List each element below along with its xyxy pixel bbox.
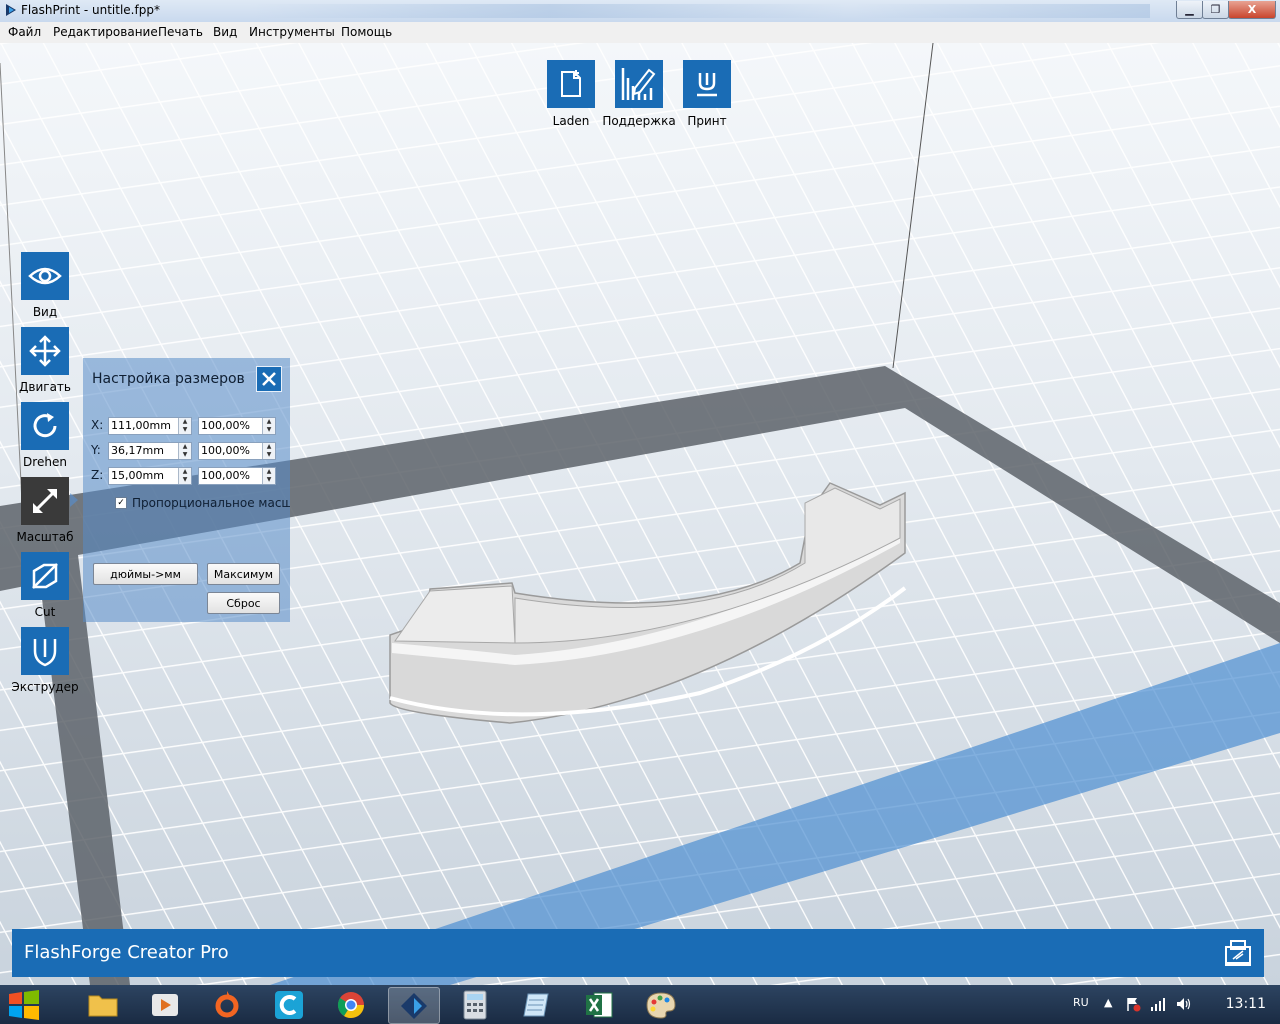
network-signal-icon[interactable] — [1150, 996, 1166, 1012]
tool-extruder[interactable]: Экструдер — [10, 627, 80, 694]
spin-arrows-icon[interactable]: ▲ ▼ — [262, 443, 275, 459]
move-icon[interactable] — [21, 327, 69, 375]
scale-row-y: Y: 36,17mm ▲ ▼ 100,00% ▲ ▼ — [91, 442, 281, 460]
scale-row-x: X: 111,00mm ▲ ▼ 100,00% ▲ ▼ — [91, 417, 281, 435]
paint-palette-icon — [646, 991, 676, 1019]
axis-label: X: — [91, 418, 104, 432]
show-hidden-icons-icon[interactable]: ▲ — [1104, 996, 1112, 1009]
print-tool-label: Принт — [687, 114, 727, 128]
tool-cut-label: Cut — [34, 605, 56, 619]
spin-arrows-icon[interactable]: ▲ ▼ — [178, 468, 191, 484]
size-y-input[interactable]: 36,17mm ▲ ▼ — [108, 442, 192, 460]
menu-file[interactable]: Файл — [8, 25, 41, 39]
flashprint-icon — [401, 992, 427, 1019]
proportional-checkbox[interactable]: ✓ — [115, 497, 127, 509]
title-bar: FlashPrint - untitle.fpp* ▁ ❐ X — [0, 0, 1280, 22]
menu-tools[interactable]: Инструменты — [249, 25, 335, 39]
taskbar-origin[interactable] — [202, 987, 252, 1022]
language-indicator[interactable]: RU — [1073, 996, 1089, 1009]
volume-icon[interactable] — [1175, 996, 1191, 1012]
panel-pointer — [70, 493, 78, 507]
percent-y-input[interactable]: 100,00% ▲ ▼ — [198, 442, 276, 460]
taskbar-calculator[interactable] — [450, 987, 500, 1022]
print-tool[interactable]: Принт — [667, 60, 747, 128]
3d-viewport[interactable]: Laden Поддержка Принт Вид Двигать Drehen — [0, 43, 1280, 985]
maximize-button[interactable]: ❐ — [1202, 1, 1229, 19]
origin-icon — [215, 990, 239, 1017]
reset-button[interactable]: Сброс — [207, 592, 280, 614]
axis-label: Y: — [91, 443, 101, 457]
load-file-icon[interactable] — [547, 60, 595, 108]
windows-taskbar: RU ▲ 13:11 — [0, 985, 1280, 1024]
close-icon — [262, 372, 276, 386]
maximum-button[interactable]: Максимум — [207, 563, 280, 585]
panel-close-button[interactable] — [256, 366, 282, 392]
axis-label: Z: — [91, 468, 104, 482]
start-button[interactable] — [0, 987, 48, 1022]
taskbar-chrome[interactable] — [326, 987, 376, 1022]
printer-name: FlashForge Creator Pro — [24, 942, 229, 963]
tool-view[interactable]: Вид — [10, 252, 80, 319]
taskbar-paint[interactable] — [636, 987, 686, 1022]
windows-logo-icon — [9, 989, 39, 1020]
notepad-icon — [523, 993, 549, 1016]
taskbar-clock[interactable]: 13:11 — [1226, 996, 1266, 1012]
taskbar-media-player[interactable] — [140, 987, 190, 1022]
spin-arrows-icon[interactable]: ▲ ▼ — [178, 443, 191, 459]
tool-rotate-label: Drehen — [23, 455, 67, 469]
scale-icon[interactable] — [21, 477, 69, 525]
minimize-button[interactable]: ▁ — [1176, 1, 1203, 19]
menu-edit[interactable]: Редактирование — [53, 25, 158, 39]
menu-view[interactable]: Вид — [213, 25, 237, 39]
taskbar-flashprint[interactable] — [388, 987, 440, 1024]
taskbar-notes[interactable] — [512, 987, 562, 1022]
print-icon[interactable] — [683, 60, 731, 108]
title-bar-decoration — [250, 4, 1150, 18]
percent-z-input[interactable]: 100,00% ▲ ▼ — [198, 467, 276, 485]
scale-panel-title: Настройка размеров — [92, 371, 245, 387]
taskbar-ccleaner[interactable] — [264, 987, 314, 1022]
spin-arrows-icon[interactable]: ▲ ▼ — [262, 468, 275, 484]
action-center-flag-icon[interactable] — [1125, 996, 1141, 1012]
support-icon[interactable] — [615, 60, 663, 108]
extruder-icon[interactable] — [21, 627, 69, 675]
window-title: FlashPrint - untitle.fpp* — [21, 3, 160, 17]
rotate-icon[interactable] — [21, 402, 69, 450]
flashprint-app-icon — [6, 4, 16, 16]
menu-bar: Файл Редактирование Печать Вид Инструмен… — [0, 22, 1280, 44]
tool-move[interactable]: Двигать — [10, 327, 80, 394]
tool-cut[interactable]: Cut — [10, 552, 80, 619]
media-player-icon — [152, 993, 178, 1016]
scale-row-z: Z: 15,00mm ▲ ▼ 100,00% ▲ ▼ — [91, 467, 281, 485]
tool-rotate[interactable]: Drehen — [10, 402, 80, 469]
excel-icon — [586, 992, 613, 1017]
eye-icon[interactable] — [21, 252, 69, 300]
proportional-label: Пропорциональное масш — [132, 496, 290, 510]
size-x-input[interactable]: 111,00mm ▲ ▼ — [108, 417, 192, 435]
tool-move-label: Двигать — [19, 380, 71, 394]
spin-arrows-icon[interactable]: ▲ ▼ — [178, 418, 191, 434]
folder-icon — [88, 995, 118, 1016]
percent-x-input[interactable]: 100,00% ▲ ▼ — [198, 417, 276, 435]
scale-panel: Настройка размеров X: 111,00mm ▲ ▼ 100,00… — [83, 358, 290, 622]
spin-arrows-icon[interactable]: ▲ ▼ — [262, 418, 275, 434]
tool-scale-label: Масштаб — [16, 530, 74, 544]
tool-view-label: Вид — [32, 305, 58, 319]
close-button[interactable]: X — [1228, 1, 1276, 19]
cut-icon[interactable] — [21, 552, 69, 600]
size-z-input[interactable]: 15,00mm ▲ ▼ — [108, 467, 192, 485]
calculator-icon — [463, 990, 487, 1019]
tool-extruder-label: Экструдер — [11, 680, 79, 694]
chrome-icon — [337, 991, 365, 1018]
ccleaner-icon — [275, 990, 303, 1019]
inch-to-mm-button[interactable]: дюймы->мм — [93, 563, 198, 585]
printer-connection-icon[interactable] — [1222, 937, 1254, 969]
taskbar-explorer[interactable] — [78, 987, 128, 1022]
taskbar-excel[interactable] — [574, 987, 624, 1022]
menu-help[interactable]: Помощь — [341, 25, 392, 39]
printer-status-bar: FlashForge Creator Pro — [12, 929, 1264, 977]
tool-scale[interactable]: Масштаб — [10, 477, 80, 544]
menu-print[interactable]: Печать — [158, 25, 203, 39]
